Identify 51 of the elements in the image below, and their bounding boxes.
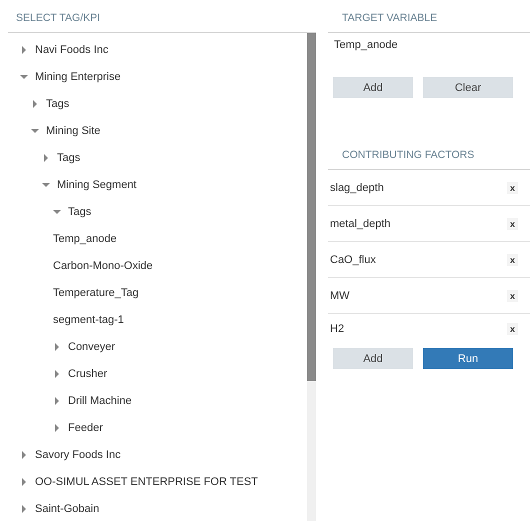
tree-item[interactable]: segment-tag-1 [53,314,124,326]
caret-right-icon[interactable] [31,100,39,108]
target-value: Temp_anode [333,38,399,53]
tree-item[interactable]: Tags [57,152,80,164]
add-button[interactable]: Add [333,348,413,369]
caret-right-icon[interactable] [20,46,28,54]
tree-item[interactable]: Tags [46,98,70,110]
tree-item[interactable]: Tags [68,206,92,218]
caret-down-icon[interactable] [42,180,50,188]
caret-right-icon[interactable] [20,478,28,486]
caret-right-icon[interactable] [53,424,61,432]
tree-item[interactable]: Temperature_Tag [53,286,139,298]
run-button[interactable]: Run [423,348,513,369]
caret-right-icon[interactable] [20,450,28,458]
action-button[interactable]: Add [333,77,413,98]
caret-down-icon[interactable] [20,72,28,80]
tree-item[interactable]: Conveyer [68,340,116,352]
caret-right-icon[interactable] [20,504,28,512]
remove-button[interactable]: x [506,290,518,302]
tree-item[interactable]: Navi Foods Inc [35,44,108,56]
factor-name: metal_depth [330,218,391,230]
remove-button[interactable]: x [506,254,518,266]
scrollbar[interactable] [307,33,316,521]
action-button[interactable]: Clear [423,77,513,98]
tree-item[interactable]: Mining Site [46,124,100,136]
caret-right-icon[interactable] [42,154,50,162]
tree-item[interactable]: Temp_anode [53,232,117,244]
factor-name: H2 [330,323,344,335]
remove-button[interactable]: x [506,218,518,230]
caret-right-icon[interactable] [53,370,61,378]
tree-item[interactable]: Saint-Gobain [35,502,100,514]
caret-right-icon[interactable] [53,342,61,350]
tree-item[interactable]: Feeder [68,422,103,434]
caret-down-icon[interactable] [31,126,39,134]
section-title: CONTRIBUTING FACTORS [328,149,530,170]
tree-item[interactable]: Drill Machine [68,394,132,406]
factor-name: CaO_flux [330,254,376,266]
caret-right-icon[interactable] [53,396,61,404]
section-title: TARGET VARIABLE [328,0,530,33]
caret-down-icon[interactable] [53,208,61,216]
tree-item[interactable]: Crusher [68,368,108,380]
tree-item[interactable]: Mining Enterprise [35,70,121,82]
remove-button[interactable]: x [506,182,518,194]
tree-item[interactable]: OO-SIMUL ASSET ENTERPRISE FOR TEST [35,476,258,488]
factor-name: slag_depth [330,182,384,194]
tree-item[interactable]: Carbon-Mono-Oxide [53,260,153,272]
panel-title: SELECT TAG/KPI [15,11,102,26]
tree-item[interactable]: Mining Segment [57,178,136,190]
remove-button[interactable]: x [506,323,518,335]
factor-name: MW [330,290,350,302]
tree-item[interactable]: Savory Foods Inc [35,448,121,460]
